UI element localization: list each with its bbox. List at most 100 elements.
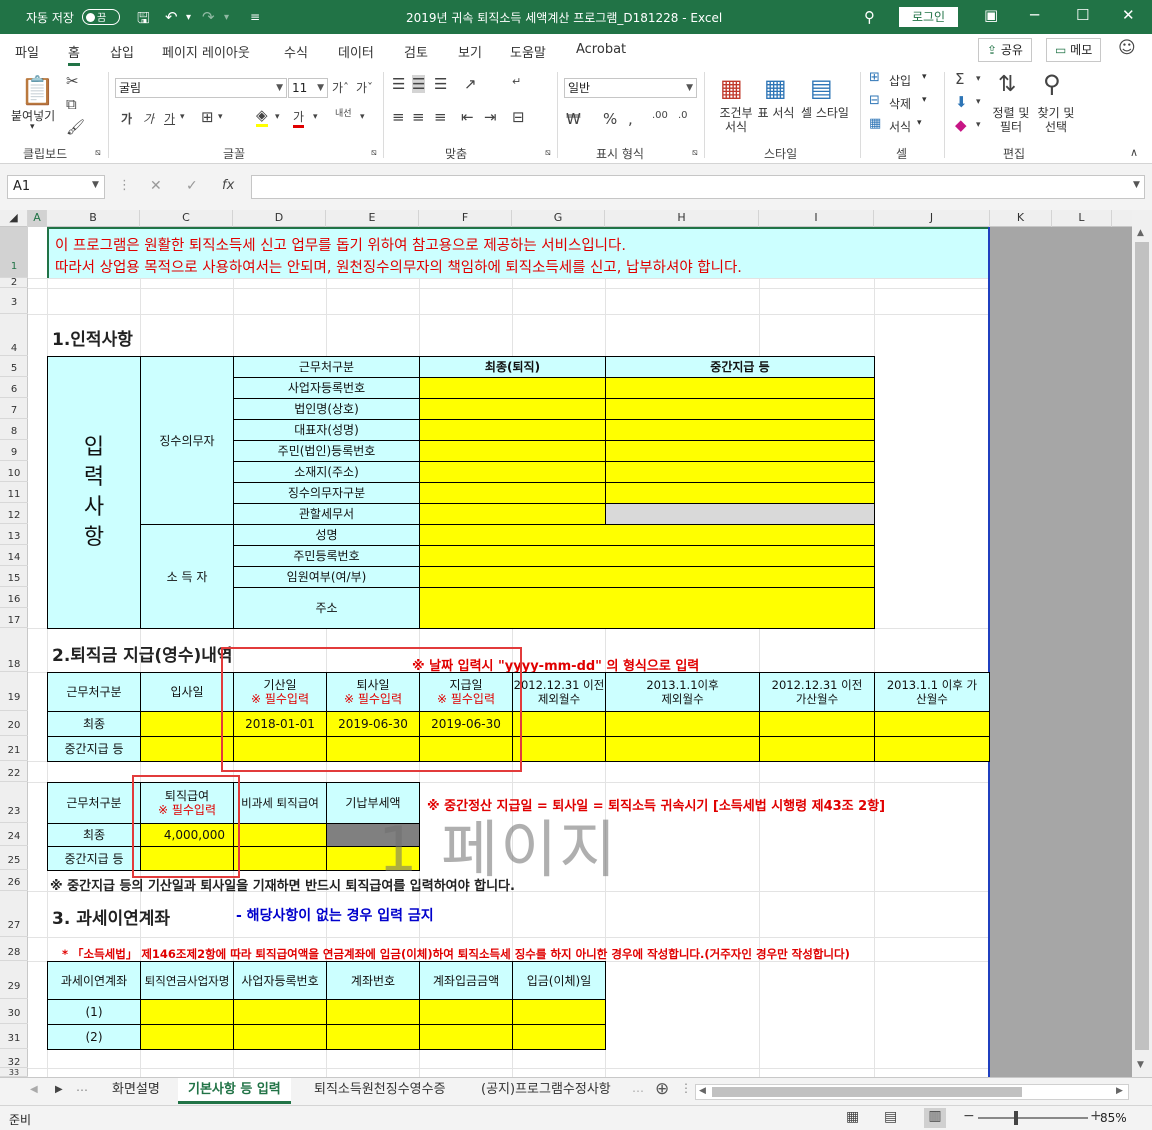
- input-cell[interactable]: [605, 482, 875, 504]
- orientation-icon[interactable]: ↗: [464, 75, 477, 93]
- column-header[interactable]: K: [990, 210, 1052, 227]
- row-header[interactable]: 23: [0, 782, 28, 823]
- row-header[interactable]: 5: [0, 356, 28, 377]
- conditional-format-button[interactable]: 조건부 서식: [716, 106, 756, 134]
- alignment-launcher-icon[interactable]: ⧅: [545, 148, 551, 158]
- number-launcher-icon[interactable]: ⧅: [692, 148, 698, 158]
- align-center-icon[interactable]: ≡: [412, 108, 425, 126]
- column-header[interactable]: C: [140, 210, 233, 227]
- row-header[interactable]: 25: [0, 846, 28, 870]
- scroll-down-icon[interactable]: ▼: [1137, 1060, 1144, 1070]
- input-cell[interactable]: [605, 711, 760, 737]
- row-header[interactable]: 29: [0, 961, 28, 999]
- cell-styles-icon[interactable]: ▤: [810, 74, 833, 102]
- zoom-slider-thumb[interactable]: [1014, 1111, 1018, 1125]
- font-size-select[interactable]: 11 ▼: [288, 78, 328, 98]
- formula-input[interactable]: [251, 175, 1145, 199]
- tab-review[interactable]: 검토: [404, 42, 428, 61]
- more-tabs-icon[interactable]: …: [632, 1081, 644, 1095]
- autosum-icon[interactable]: Σ: [955, 70, 964, 88]
- input-cell[interactable]: [419, 461, 606, 483]
- input-cell[interactable]: [419, 398, 606, 420]
- input-cell[interactable]: [605, 461, 875, 483]
- zoom-out-icon[interactable]: −: [963, 1108, 975, 1124]
- insert-cells-icon[interactable]: ⊞: [869, 70, 880, 85]
- tab-file[interactable]: 파일: [15, 42, 39, 61]
- column-header[interactable]: J: [874, 210, 990, 227]
- insert-dropdown-icon[interactable]: ▾: [922, 72, 927, 82]
- input-cell[interactable]: [419, 999, 513, 1025]
- row-header[interactable]: 24: [0, 823, 28, 846]
- row-header[interactable]: 26: [0, 870, 28, 891]
- horizontal-scrollbar[interactable]: ◀ ▶: [695, 1084, 1129, 1100]
- fill-color-icon[interactable]: ◈: [256, 106, 268, 127]
- worksheet-grid[interactable]: 이 프로그램은 원활한 퇴직소득세 신고 업무를 돕기 위하여 참고용으로 제공…: [28, 227, 1132, 1077]
- normal-view-icon[interactable]: ▦: [846, 1109, 859, 1125]
- accounting-format-icon[interactable]: ₩: [566, 110, 581, 128]
- redo-icon[interactable]: ↷: [202, 8, 215, 26]
- input-cell[interactable]: [419, 482, 606, 504]
- search-icon[interactable]: ⚲: [864, 8, 875, 26]
- vertical-scrollbar[interactable]: ▲ ▼: [1132, 210, 1152, 1077]
- row-header[interactable]: 7: [0, 398, 28, 419]
- input-cell[interactable]: [419, 587, 875, 629]
- column-header[interactable]: A: [28, 210, 47, 227]
- decrease-decimal-icon[interactable]: .0: [678, 110, 688, 121]
- input-cell[interactable]: [419, 440, 606, 462]
- row-header[interactable]: 31: [0, 1024, 28, 1049]
- increase-font-icon[interactable]: 가ˆ: [332, 79, 349, 96]
- notice-banner[interactable]: 이 프로그램은 원활한 퇴직소득세 신고 업무를 돕기 위하여 참고용으로 제공…: [47, 227, 988, 278]
- format-cells-icon[interactable]: ▦: [869, 116, 881, 131]
- sheet-tab-active[interactable]: 기본사항 등 입력: [178, 1078, 291, 1104]
- select-all-corner[interactable]: ◢: [0, 210, 28, 227]
- tab-data[interactable]: 데이터: [338, 42, 374, 61]
- input-cell[interactable]: [605, 419, 875, 441]
- italic-button[interactable]: 가: [143, 110, 154, 127]
- format-cells-button[interactable]: 서식: [889, 118, 911, 135]
- row-header[interactable]: 22: [0, 761, 28, 782]
- align-bottom-icon[interactable]: ☰: [434, 75, 447, 93]
- name-box[interactable]: A1: [7, 175, 105, 199]
- add-sheet-icon[interactable]: ⊕: [655, 1079, 669, 1099]
- input-cell[interactable]: [512, 736, 606, 762]
- sort-filter-icon[interactable]: ⇅: [998, 72, 1016, 97]
- row-header[interactable]: 15: [0, 566, 28, 587]
- save-icon[interactable]: 🖫: [137, 8, 150, 33]
- input-cell[interactable]: [512, 999, 606, 1025]
- scroll-up-icon[interactable]: ▲: [1137, 228, 1144, 238]
- tab-insert[interactable]: 삽입: [110, 42, 134, 61]
- input-cell[interactable]: [759, 711, 875, 737]
- row-header[interactable]: 18: [0, 628, 28, 672]
- row-header[interactable]: 21: [0, 736, 28, 761]
- input-cell[interactable]: [419, 524, 875, 546]
- input-cell[interactable]: [419, 1024, 513, 1050]
- tab-help[interactable]: 도움말: [510, 42, 546, 61]
- input-cell[interactable]: [140, 999, 234, 1025]
- sheet-tab[interactable]: 퇴직소득원천징수영수증: [304, 1078, 456, 1104]
- row-header[interactable]: 10: [0, 461, 28, 482]
- input-cell[interactable]: [140, 711, 234, 737]
- column-header[interactable]: I: [759, 210, 874, 227]
- row-header[interactable]: 33: [0, 1068, 28, 1077]
- clipboard-launcher-icon[interactable]: ⧅: [95, 148, 101, 158]
- font-launcher-icon[interactable]: ⧅: [371, 148, 377, 158]
- column-header[interactable]: L: [1052, 210, 1112, 227]
- sheet-tab[interactable]: 화면설명: [102, 1078, 170, 1104]
- delete-cells-icon[interactable]: ⊟: [869, 93, 880, 108]
- underline-dropdown-icon[interactable]: ▾: [180, 112, 185, 122]
- tab-view[interactable]: 보기: [458, 42, 482, 61]
- input-cell[interactable]: [605, 377, 875, 399]
- phonetic-dropdown-icon[interactable]: ▾: [360, 112, 365, 122]
- row-header[interactable]: 9: [0, 440, 28, 461]
- row-header[interactable]: 14: [0, 545, 28, 566]
- autosum-dropdown-icon[interactable]: ▾: [976, 74, 981, 84]
- maximize-icon[interactable]: ☐: [1076, 6, 1089, 24]
- tab-home[interactable]: 홈: [68, 42, 80, 66]
- column-header[interactable]: B: [47, 210, 140, 227]
- input-cell[interactable]: [605, 736, 760, 762]
- login-button[interactable]: 로그인: [899, 7, 958, 27]
- scroll-left-icon[interactable]: ◀: [699, 1086, 706, 1096]
- insert-function-icon[interactable]: fx: [222, 178, 234, 193]
- undo-dropdown-icon[interactable]: ▾: [186, 12, 191, 23]
- decrease-font-icon[interactable]: 가ˇ: [356, 79, 373, 96]
